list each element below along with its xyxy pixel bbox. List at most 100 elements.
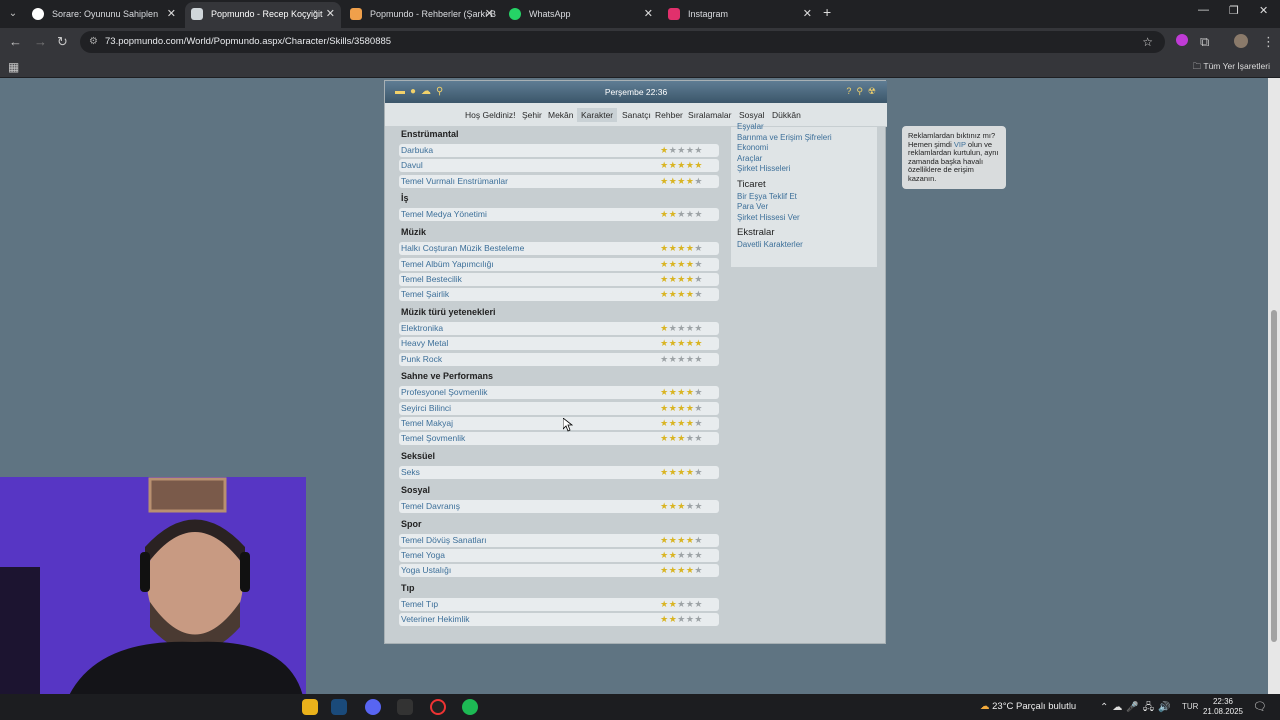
tab-sorare[interactable]: Sorare: Oyununu Sahiplen ✕ [26, 2, 182, 28]
menu-item[interactable]: Rehber [655, 110, 683, 120]
spotify-icon[interactable] [462, 699, 478, 715]
star-filled-icon: ★ [660, 175, 669, 186]
side-panel-link[interactable]: Şirket Hissesi Ver [737, 213, 800, 222]
skill-link[interactable]: Temel Dövüş Sanatları [401, 535, 487, 545]
close-tab-icon[interactable]: ✕ [167, 2, 176, 26]
side-panel-link[interactable]: Ekonomi [737, 143, 768, 152]
notification-icon[interactable]: 🗨 [1253, 700, 1267, 713]
taskbar-clock[interactable]: 22:36 21.08.2025 [1200, 697, 1246, 717]
minimize-icon[interactable]: — [1198, 4, 1209, 16]
popmundo-favicon-icon [191, 8, 203, 20]
side-panel-link[interactable]: Bir Eşya Teklif Et [737, 192, 797, 201]
star-filled-icon: ★ [660, 433, 669, 444]
extensions-puzzle-icon[interactable]: ⧉ [1200, 34, 1209, 50]
skill-link[interactable]: Darbuka [401, 145, 433, 155]
skill-link[interactable]: Yoga Ustalığı [401, 565, 451, 575]
obs-icon[interactable] [430, 699, 446, 715]
side-panel-link[interactable]: Para Ver [737, 202, 768, 211]
skill-link[interactable]: Profesyonel Şovmenlik [401, 387, 487, 397]
menu-item[interactable]: Şehir [522, 110, 542, 120]
side-panel-link[interactable]: Davetli Karakterler [737, 240, 803, 249]
skill-link[interactable]: Veteriner Hekimlik [401, 614, 470, 624]
skill-row: Temel Davranış ★★★★★ [399, 499, 719, 513]
forward-icon[interactable]: → [34, 34, 47, 49]
skill-rating-stars: ★★★★★ [660, 417, 703, 430]
tab-instagram[interactable]: Instagram ✕ [662, 2, 818, 28]
skill-link[interactable]: Punk Rock [401, 354, 442, 364]
tab-popmundo-character[interactable]: Popmundo - Recep Koçyiğit ✕ [185, 2, 341, 28]
page-scrollbar[interactable] [1268, 78, 1280, 694]
extension-icon[interactable] [1176, 34, 1188, 46]
skill-row: Temel Şairlik ★★★★★ [399, 288, 719, 302]
star-filled-icon: ★ [668, 467, 678, 477]
skill-link[interactable]: Temel Şovmenlik [401, 433, 465, 443]
chrome-icon[interactable] [302, 699, 318, 715]
skill-link[interactable]: Temel Tıp [401, 599, 438, 609]
url-input[interactable]: ⚙ 73.popmundo.com/World/Popmundo.aspx/Ch… [80, 31, 1165, 53]
menu-item[interactable]: Mekân [548, 110, 574, 120]
discord-icon[interactable] [365, 699, 381, 715]
star-empty-icon: ★ [694, 387, 703, 398]
side-panel-link[interactable]: Şirket Hisseleri [737, 164, 790, 173]
new-tab-icon[interactable]: + [823, 4, 831, 20]
side-panel-link[interactable]: Araçlar [737, 154, 762, 163]
steam-icon[interactable] [331, 699, 347, 715]
weather-widget[interactable]: ☁ 23°C Parçalı bulutlu [980, 701, 1076, 712]
skill-link[interactable]: Temel Bestecilik [401, 274, 462, 284]
site-info-icon[interactable]: ⚙ [89, 31, 98, 53]
skill-link[interactable]: Temel Makyaj [401, 418, 453, 428]
menu-item[interactable]: Sıralamalar [688, 110, 731, 120]
menu-item[interactable]: Hoş Geldiniz! [465, 110, 516, 120]
skill-category-heading: Müzik türü yetenekleri [401, 306, 496, 317]
menu-item[interactable]: Sanatçı [622, 110, 651, 120]
close-tab-icon[interactable]: ✕ [326, 2, 335, 26]
bookmark-star-icon[interactable]: ☆ [1142, 31, 1153, 53]
tab-search-icon[interactable]: ⌄ [4, 5, 22, 23]
close-tab-icon[interactable]: ✕ [803, 2, 812, 26]
close-window-icon[interactable]: ✕ [1259, 4, 1268, 17]
skill-link[interactable]: Seks [401, 467, 420, 477]
side-panel-link[interactable]: Eşyalar [737, 122, 764, 131]
reload-icon[interactable]: ↻ [57, 34, 68, 50]
skill-link[interactable]: Davul [401, 160, 423, 170]
tab-title: Sorare: Oyununu Sahiplen [52, 9, 159, 19]
star-empty-icon: ★ [677, 145, 686, 155]
skill-link[interactable]: Temel Medya Yönetimi [401, 209, 487, 219]
star-empty-icon: ★ [694, 534, 703, 545]
star-filled-icon: ★ [660, 599, 669, 609]
scrollbar-thumb[interactable] [1271, 310, 1277, 642]
tab-popmundo-guides[interactable]: Popmundo - Rehberler (Şarkı B ✕ [344, 2, 500, 28]
side-panel-link[interactable]: Barınma ve Erişim Şifreleri [737, 133, 832, 142]
close-tab-icon[interactable]: ✕ [644, 2, 653, 26]
skill-link[interactable]: Temel Yoga [401, 550, 445, 560]
skill-link[interactable]: Halkı Coşturan Müzik Besteleme [401, 243, 524, 253]
restore-icon[interactable]: ❐ [1229, 4, 1239, 17]
back-icon[interactable]: ← [9, 34, 22, 49]
star-empty-icon: ★ [694, 599, 703, 609]
skill-link[interactable]: Elektronika [401, 323, 443, 333]
menu-item[interactable]: Dükkân [772, 110, 801, 120]
star-filled-icon: ★ [677, 387, 686, 398]
browser-menu-icon[interactable]: ⋮ [1262, 34, 1275, 50]
menu-item[interactable]: Karakter [577, 108, 618, 122]
system-tray-icons[interactable]: ⌃☁🎤🖧🔊 [1100, 700, 1174, 717]
star-filled-icon: ★ [660, 243, 669, 254]
star-filled-icon: ★ [668, 599, 678, 609]
language-indicator[interactable]: TUR [1182, 702, 1198, 711]
help-icons[interactable]: ?⚲☢ [846, 86, 881, 97]
all-bookmarks-button[interactable]: 🗀 Tüm Yer İşaretleri [1193, 61, 1270, 75]
menu-item[interactable]: Sosyal [739, 110, 765, 120]
tab-whatsapp[interactable]: WhatsApp ✕ [503, 2, 659, 28]
skill-link[interactable]: Seyirci Bilinci [401, 403, 451, 413]
skill-link[interactable]: Heavy Metal [401, 338, 448, 348]
profile-avatar[interactable] [1234, 34, 1248, 48]
epic-games-icon[interactable] [397, 699, 413, 715]
apps-grid-icon[interactable]: ▦ [8, 60, 19, 74]
skill-link[interactable]: Temel Albüm Yapımcılığı [401, 259, 494, 269]
close-tab-icon[interactable]: ✕ [485, 2, 494, 26]
skill-link[interactable]: Temel Şairlik [401, 289, 449, 299]
skill-link[interactable]: Temel Vurmalı Enstrümanlar [401, 176, 508, 186]
skill-link[interactable]: Temel Davranış [401, 501, 460, 511]
skill-row: Temel Tıp ★★★★★ [399, 598, 719, 611]
skill-rating-stars: ★★★★★ [660, 353, 703, 366]
